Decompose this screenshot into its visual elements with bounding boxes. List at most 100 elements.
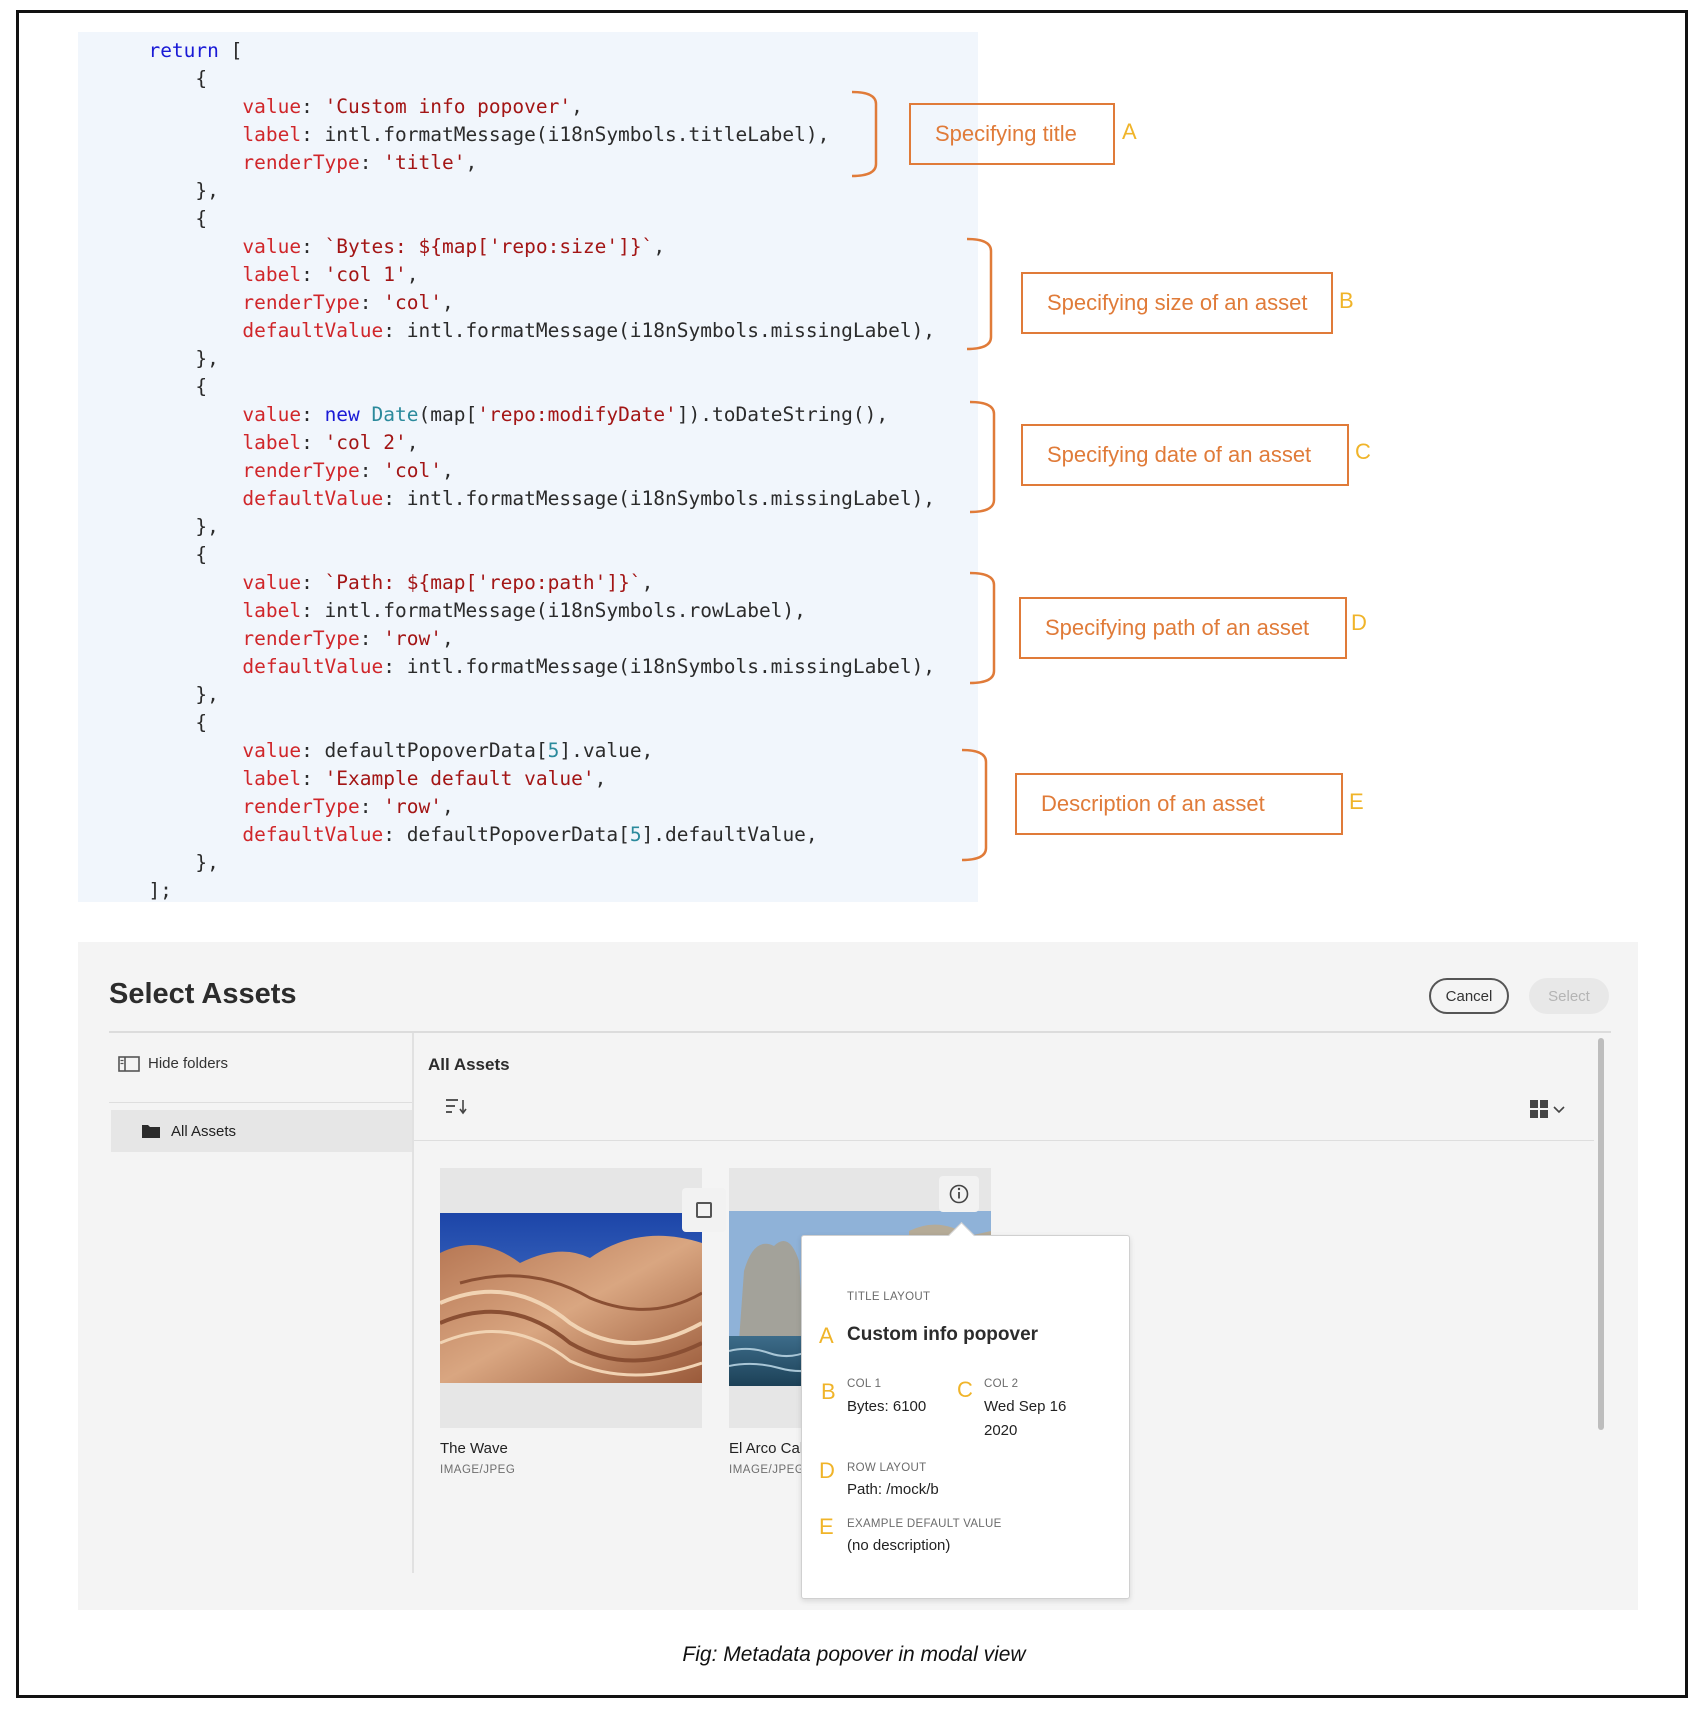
asset-name: El Arco Cab xyxy=(729,1440,809,1457)
hide-folders-label: Hide folders xyxy=(148,1055,229,1072)
popover-title: Custom info popover xyxy=(847,1324,1039,1345)
annotation-letter-b: B xyxy=(1339,288,1354,313)
hide-folders-button[interactable]: Hide folders xyxy=(118,1055,228,1072)
view-switcher[interactable] xyxy=(1529,1099,1565,1119)
popover-letter-d: D xyxy=(819,1458,835,1483)
code-line: { xyxy=(78,711,208,734)
asset-thumbnail xyxy=(440,1213,702,1383)
header-divider xyxy=(109,1031,1611,1033)
scrollbar-thumb[interactable] xyxy=(1598,1038,1604,1430)
annotation-label: Specifying path of an asset xyxy=(1045,615,1310,640)
brace-d xyxy=(969,571,996,685)
code-line: }, xyxy=(78,683,219,706)
code-line: renderType: 'col', xyxy=(242,291,454,314)
col1-value: Bytes: 6100 xyxy=(847,1398,927,1415)
row-layout-value: Path: /mock/b xyxy=(847,1481,939,1498)
figure-caption: Fig: Metadata popover in modal view xyxy=(682,1643,1026,1666)
code-line: { xyxy=(78,67,208,90)
annotation-description: Description of an asset xyxy=(1015,773,1343,835)
code-line: return [ xyxy=(148,39,243,62)
code-line: label: 'col 1', xyxy=(242,263,419,286)
annotation-path: Specifying path of an asset xyxy=(1019,597,1347,659)
grid-view-icon xyxy=(1530,1100,1548,1118)
code-line: value: new Date(map['repo:modifyDate']).… xyxy=(242,403,889,426)
content-title: All Assets xyxy=(428,1055,510,1074)
info-icon xyxy=(949,1184,969,1204)
asset-type: IMAGE/JPEG xyxy=(729,1464,805,1476)
default-value: (no description) xyxy=(847,1537,951,1554)
brace-e xyxy=(961,748,988,862)
content-divider xyxy=(414,1140,1594,1141)
annotation-label: Specifying title xyxy=(935,121,1077,146)
brace-c xyxy=(969,400,996,514)
code-line: renderType: 'row', xyxy=(242,795,454,818)
annotation-size: Specifying size of an asset xyxy=(1021,272,1333,334)
annotation-letter-d: D xyxy=(1351,610,1367,635)
sidebar-separator xyxy=(109,1102,412,1103)
annotation-letter-e: E xyxy=(1349,789,1364,814)
asset-type: IMAGE/JPEG xyxy=(440,1464,516,1476)
select-button[interactable]: Select xyxy=(1529,978,1609,1014)
code-line: }, xyxy=(78,179,219,202)
code-line: renderType: 'col', xyxy=(242,459,454,482)
popover-letter-b: B xyxy=(821,1379,836,1404)
default-value-label: EXAMPLE DEFAULT VALUE xyxy=(847,1518,1002,1530)
code-line: value: `Path: ${map['repo:path']}`, xyxy=(242,571,654,594)
code-line: defaultValue: intl.formatMessage(i18nSym… xyxy=(242,655,936,678)
col2-value-line1: Wed Sep 16 xyxy=(984,1398,1067,1415)
code-line: value: 'Custom info popover', xyxy=(242,95,583,118)
chevron-down-icon xyxy=(1553,1106,1565,1114)
code-line: renderType: 'title', xyxy=(242,151,478,174)
annotation-label: Specifying size of an asset xyxy=(1047,290,1308,315)
asset-card-the-wave[interactable] xyxy=(440,1168,702,1428)
sidebar-toggle-icon xyxy=(118,1055,140,1072)
brace-a xyxy=(851,90,878,178)
row-layout-label: ROW LAYOUT xyxy=(847,1462,927,1474)
scrollbar[interactable] xyxy=(1596,1038,1606,1573)
annotation-letter-c: C xyxy=(1355,439,1371,464)
code-line: defaultValue: intl.formatMessage(i18nSym… xyxy=(242,487,936,510)
code-line: { xyxy=(78,543,208,566)
annotation-letter-a: A xyxy=(1122,119,1137,144)
code-line: label: intl.formatMessage(i18nSymbols.ro… xyxy=(242,599,806,622)
cancel-button[interactable]: Cancel xyxy=(1429,978,1509,1014)
code-line: }, xyxy=(78,515,219,538)
col2-label: COL 2 xyxy=(984,1378,1019,1390)
brace-b xyxy=(966,237,993,351)
code-line: label: intl.formatMessage(i18nSymbols.ti… xyxy=(242,123,830,146)
metadata-popover: TITLE LAYOUT A Custom info popover B COL… xyxy=(801,1222,1130,1599)
annotation-title: Specifying title xyxy=(909,103,1115,165)
annotation-label: Description of an asset xyxy=(1041,791,1265,816)
code-line: ]; xyxy=(78,879,172,902)
code-line: renderType: 'row', xyxy=(242,627,454,650)
code-block: return [ { value: 'Custom info popover',… xyxy=(78,32,978,902)
sidebar-divider xyxy=(412,1033,414,1573)
sort-icon[interactable] xyxy=(444,1097,468,1115)
annotation-date: Specifying date of an asset xyxy=(1021,424,1349,486)
checkbox-icon xyxy=(696,1202,712,1218)
code-text: return [ { value: 'Custom info popover',… xyxy=(78,37,935,905)
folder-icon xyxy=(142,1125,160,1138)
code-line: label: 'col 2', xyxy=(242,431,419,454)
code-line: { xyxy=(78,375,208,398)
info-button[interactable] xyxy=(939,1176,979,1212)
code-line: value: `Bytes: ${map['repo:size']}`, xyxy=(242,235,666,258)
col1-label: COL 1 xyxy=(847,1378,882,1390)
asset-name: The Wave xyxy=(440,1440,508,1457)
code-line: value: defaultPopoverData[5].value, xyxy=(242,739,654,762)
code-line: defaultValue: intl.formatMessage(i18nSym… xyxy=(242,319,936,342)
title-layout-label: TITLE LAYOUT xyxy=(847,1291,931,1303)
popover-letter-e: E xyxy=(819,1514,834,1539)
annotation-label: Specifying date of an asset xyxy=(1047,442,1312,467)
popover-letter-c: C xyxy=(957,1377,973,1402)
code-line: }, xyxy=(78,347,219,370)
col2-value-line2: 2020 xyxy=(984,1422,1018,1439)
code-line: defaultValue: defaultPopoverData[5].defa… xyxy=(242,823,818,846)
asset-checkbox[interactable] xyxy=(682,1188,726,1232)
code-line: { xyxy=(78,207,208,230)
code-line: }, xyxy=(78,851,219,874)
popover-letter-a: A xyxy=(819,1323,834,1348)
folder-item-all-assets[interactable]: All Assets xyxy=(111,1110,412,1152)
modal-title: Select Assets xyxy=(109,978,297,1010)
code-line: label: 'Example default value', xyxy=(242,767,607,790)
